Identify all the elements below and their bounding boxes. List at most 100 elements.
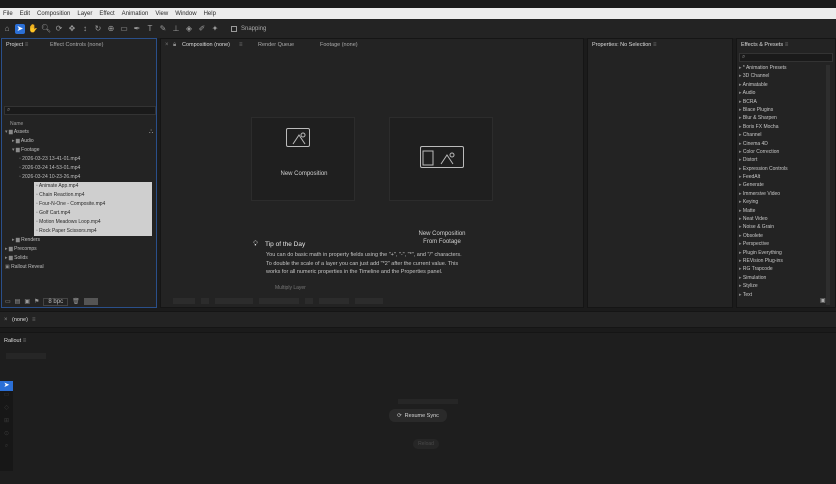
effects-category[interactable]: ▸ 3D Channel — [739, 72, 831, 80]
tab-composition[interactable]: Composition (none) — [182, 42, 230, 48]
new-folder-icon[interactable]: ▤ — [15, 298, 21, 305]
effects-category[interactable]: ▸ BCRA — [739, 98, 831, 106]
effects-category[interactable]: ▸ Noise & Grain — [739, 223, 831, 231]
menu-effect[interactable]: Effect — [99, 11, 114, 17]
menu-layer[interactable]: Layer — [77, 11, 92, 17]
file-item[interactable]: ▫ 2026-03-24 14-53-01.mp4 — [2, 164, 152, 173]
interpret-footage-icon[interactable]: ▭ — [5, 298, 11, 305]
properties-tab[interactable]: Properties: No Selection ≡ — [592, 42, 657, 48]
file-item[interactable]: ▫ Animate App.mp4 — [34, 182, 152, 191]
tab-project[interactable]: Project ≡ — [6, 42, 28, 48]
effects-category[interactable]: ▸ Animatable — [739, 81, 831, 89]
menu-file[interactable]: File — [3, 11, 13, 17]
chevron-down-icon[interactable]: ▾ ▆ — [12, 147, 21, 153]
close-icon[interactable]: × — [165, 42, 169, 48]
effects-category[interactable]: ▸ FeedAlt — [739, 173, 831, 181]
chevron-right-icon[interactable]: ▸ ▆ — [5, 246, 14, 252]
composition-item[interactable]: ▣ Rallout Reveal — [2, 263, 152, 272]
clone-stamp-tool-icon[interactable]: ⊥ — [171, 24, 181, 34]
exposure-controls[interactable] — [319, 298, 349, 304]
tab-timeline-none[interactable]: (none) — [12, 317, 28, 323]
dolly-tool-icon[interactable]: ↕ — [80, 24, 90, 34]
rotate-tool-icon[interactable]: ↻ — [93, 24, 103, 34]
timeline-close-icon[interactable]: × — [4, 317, 8, 323]
file-item[interactable]: ▫ Golf Cart.mp4 — [34, 209, 152, 218]
folder-item[interactable]: ▸ ▆ Precomps — [2, 245, 152, 254]
hand-tool-icon[interactable]: ✋ — [28, 24, 38, 34]
effects-category[interactable]: ▸ Obsolete — [739, 232, 831, 240]
home-icon[interactable]: ⌂ — [2, 24, 12, 34]
rallout-select-icon[interactable]: ➤ — [0, 381, 13, 391]
selection-tool-icon[interactable]: ➤ — [15, 23, 25, 34]
project-settings-icon[interactable]: ⚑ — [34, 298, 39, 305]
roto-brush-tool-icon[interactable]: ✐ — [197, 24, 207, 34]
tab-footage[interactable]: Footage (none) — [320, 42, 358, 48]
eraser-tool-icon[interactable]: ◈ — [184, 24, 194, 34]
folder-item[interactable]: ▾ ▆ Footage — [2, 146, 152, 155]
new-composition-card[interactable]: New Composition — [251, 117, 355, 201]
effects-category[interactable]: ▸ Expression Controls — [739, 165, 831, 173]
menu-edit[interactable]: Edit — [20, 11, 30, 17]
orbit-tool-icon[interactable]: ⟳ — [54, 24, 64, 34]
effects-category[interactable]: ▸ Perspective — [739, 240, 831, 248]
rallout-tool-4-icon[interactable]: ⊞ — [0, 417, 13, 430]
effects-category[interactable]: ▸ Stylize — [739, 282, 831, 290]
chevron-down-icon[interactable]: ▾ ▆ — [5, 129, 14, 135]
snapping-checkbox[interactable] — [231, 25, 237, 32]
effects-category[interactable]: ▸ Text — [739, 291, 831, 299]
magnification-dropdown[interactable] — [173, 298, 195, 304]
folder-item[interactable]: ▸ ▆ Renders — [2, 236, 152, 245]
file-item[interactable]: ▫ Rock Paper Scissors.mp4 — [34, 227, 152, 236]
file-item[interactable]: ▫ 2026-03-23 13-41-01.mp4 — [2, 155, 152, 164]
chevron-right-icon[interactable]: ▸ ▆ — [5, 255, 14, 261]
bpc-button[interactable]: 8 bpc — [43, 297, 69, 306]
resume-sync-button[interactable]: ⟳ Resume Sync — [389, 409, 447, 422]
resolution-dropdown[interactable] — [215, 298, 253, 304]
effects-category[interactable]: ▸ RG Trapcode — [739, 265, 831, 273]
chevron-right-icon[interactable]: ▸ ▆ — [12, 138, 21, 144]
effects-category[interactable]: ▸ Boris FX Mocha — [739, 123, 831, 131]
view-options-icons[interactable] — [259, 298, 299, 304]
reload-button[interactable]: Reload — [413, 439, 439, 449]
effects-category[interactable]: ▸ Audio — [739, 89, 831, 97]
effects-category[interactable]: ▸ Keying — [739, 198, 831, 206]
timeline-menu-icon[interactable]: ≡ — [32, 317, 36, 323]
brush-tool-icon[interactable]: ✎ — [158, 24, 168, 34]
effects-category[interactable]: ▸ Generate — [739, 181, 831, 189]
tab-render-queue[interactable]: Render Queue — [258, 42, 294, 48]
panel-menu-icon[interactable]: ≡ — [239, 42, 243, 48]
resolution-icon[interactable] — [201, 298, 209, 304]
folder-item[interactable]: ▾ ▆ Assets — [2, 128, 152, 137]
delete-icon[interactable]: 🗑︎ — [72, 298, 80, 305]
rallout-tool-2-icon[interactable]: ▭ — [0, 391, 13, 404]
menu-help[interactable]: Help — [204, 11, 216, 17]
new-preset-icon[interactable]: ▣ — [820, 297, 826, 304]
menu-window[interactable]: Window — [175, 11, 196, 17]
effects-category[interactable]: ▸ REVision Plug-ins — [739, 257, 831, 265]
new-composition-icon[interactable]: ▣ — [24, 298, 30, 305]
effects-category[interactable]: ▸ Blace Plugins — [739, 106, 831, 114]
effects-category[interactable]: ▸ Channel — [739, 131, 831, 139]
file-item[interactable]: ▫ Chain Reaction.mp4 — [34, 191, 152, 200]
chevron-right-icon[interactable]: ▸ ▆ — [12, 237, 21, 243]
effects-search-input[interactable]: ⌕ — [739, 53, 833, 62]
view-layout-dropdown[interactable] — [355, 298, 383, 304]
rallout-tab[interactable]: Rallout ≡ — [4, 338, 26, 344]
folder-item[interactable]: ▸ ▆ Audio — [2, 137, 152, 146]
effects-category[interactable]: ▸ Color Correction — [739, 148, 831, 156]
menu-view[interactable]: View — [155, 11, 168, 17]
file-item[interactable]: ▫ Motion Meadows Loop.mp4 — [34, 218, 152, 227]
effects-tab[interactable]: Effects & Presets ≡ — [741, 42, 788, 48]
shape-tool-icon[interactable]: ▭ — [119, 24, 129, 34]
tip-more-link[interactable]: Multiply Layer — [275, 285, 306, 291]
pan-behind-tool-icon[interactable]: ⊕ — [106, 24, 116, 34]
project-search-input[interactable]: ⌕ — [4, 106, 156, 115]
new-composition-from-footage-card[interactable]: New Composition From Footage — [389, 117, 493, 245]
file-item[interactable]: ▫ 2026-03-24 10-23-26.mp4 — [2, 173, 152, 182]
menu-animation[interactable]: Animation — [122, 11, 149, 17]
effects-category[interactable]: ▸ * Animation Presets — [739, 64, 831, 72]
thumbnail-toggle[interactable] — [83, 298, 98, 305]
pan-tool-icon[interactable]: ✥ — [67, 24, 77, 34]
folder-item[interactable]: ▸ ▆ Solids — [2, 254, 152, 263]
camera-icon[interactable] — [305, 298, 313, 304]
